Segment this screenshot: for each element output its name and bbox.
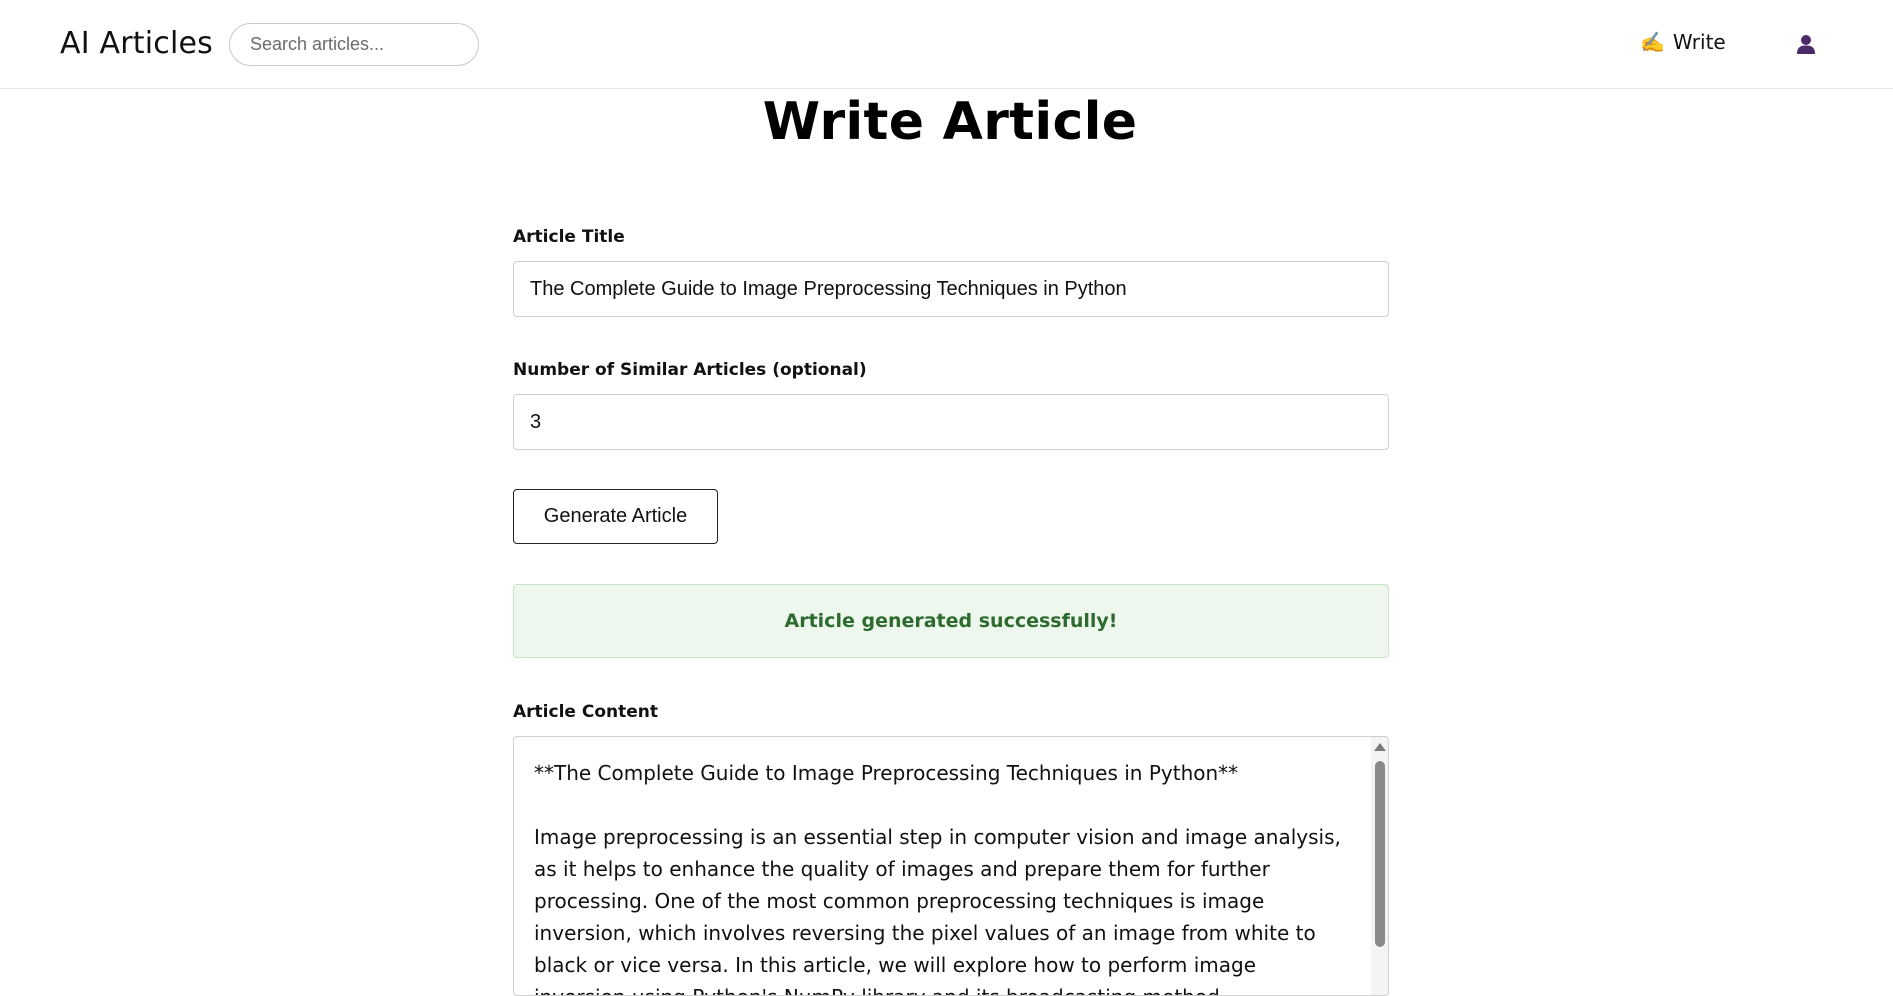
- generate-article-button[interactable]: Generate Article: [513, 489, 718, 544]
- user-icon: [1797, 35, 1815, 54]
- article-content-textarea[interactable]: **The Complete Guide to Image Preprocess…: [513, 736, 1389, 996]
- article-content-label: Article Content: [513, 702, 658, 722]
- writing-hand-icon: ✍️: [1640, 30, 1665, 54]
- similar-articles-input[interactable]: [513, 394, 1389, 450]
- scroll-thumb[interactable]: [1375, 761, 1385, 947]
- success-message: Article generated successfully!: [513, 584, 1389, 658]
- content-scrollbar[interactable]: [1371, 737, 1388, 995]
- page-title: Write Article: [762, 92, 1138, 152]
- write-link[interactable]: ✍️ Write: [1640, 30, 1726, 54]
- search-input[interactable]: [229, 23, 479, 66]
- user-profile-button[interactable]: [1792, 30, 1820, 58]
- scroll-up-arrow-icon[interactable]: [1374, 743, 1386, 751]
- write-link-label: Write: [1672, 30, 1726, 54]
- article-title-input[interactable]: [513, 261, 1389, 317]
- article-title-label: Article Title: [513, 227, 625, 247]
- brand-logo[interactable]: AI Articles: [60, 26, 213, 61]
- article-content-text[interactable]: **The Complete Guide to Image Preprocess…: [534, 757, 1342, 995]
- top-navigation-bar: AI Articles ✍️ Write: [0, 0, 1893, 89]
- similar-articles-label: Number of Similar Articles (optional): [513, 360, 867, 380]
